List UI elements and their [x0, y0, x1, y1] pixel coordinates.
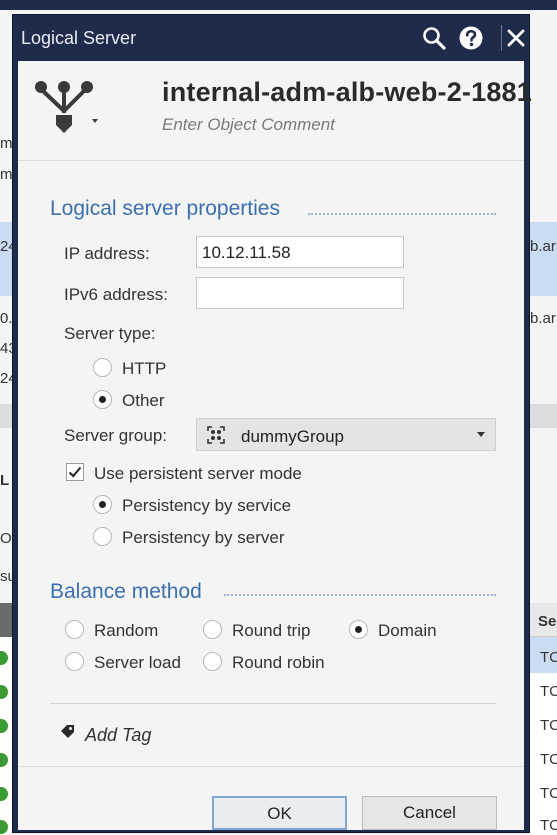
chevron-down-icon: [477, 432, 485, 437]
object-name[interactable]: internal-adm-alb-web-2-1881: [162, 77, 532, 108]
balance-server-load-label[interactable]: Server load: [94, 653, 181, 673]
add-tag-link[interactable]: Add Tag: [85, 725, 151, 746]
section-title-balance-method: Balance method: [50, 580, 202, 603]
balance-random-label[interactable]: Random: [94, 621, 158, 641]
dialog-title-bar[interactable]: Logical Server: [13, 15, 529, 61]
background-text: b.ar: [530, 310, 556, 327]
tags-divider: [50, 703, 496, 704]
background-text: b.ar: [530, 238, 556, 255]
background-text: TC: [540, 785, 557, 802]
background-text: TC: [540, 683, 557, 700]
balance-round-robin-label[interactable]: Round robin: [232, 653, 325, 673]
server-type-label: Server type:: [64, 324, 156, 343]
group-icon: [207, 426, 225, 444]
dialog-footer: OK Cancel: [18, 766, 524, 830]
persistency-by-server-radio[interactable]: [93, 527, 112, 546]
background-selected-row-left: [0, 222, 12, 296]
balance-random-radio[interactable]: [65, 620, 84, 639]
persistency-by-server-label[interactable]: Persistency by server: [122, 528, 285, 548]
background-column-header-left: [0, 603, 12, 637]
background-selected-row-right: [528, 222, 557, 296]
background-top-bar: [0, 0, 557, 10]
section-divider: [308, 213, 496, 215]
cancel-button[interactable]: Cancel: [362, 796, 497, 830]
dialog-content: internal-adm-alb-web-2-1881 Enter Object…: [18, 61, 532, 830]
title-bar-separator: [501, 25, 502, 51]
background-text: TC: [540, 817, 557, 834]
background-header-right: [528, 404, 557, 428]
tag-icon[interactable]: [60, 724, 76, 740]
persistency-by-service-label[interactable]: Persistency by service: [122, 496, 291, 516]
ipv6-address-field[interactable]: [196, 277, 404, 309]
background-text: L: [0, 472, 10, 489]
checkmark-icon: [68, 466, 82, 478]
properties-panel: Logical server properties IP address: 10…: [18, 161, 524, 766]
object-header: internal-adm-alb-web-2-1881 Enter Object…: [18, 61, 532, 161]
persistent-mode-checkbox[interactable]: [66, 463, 84, 481]
section-divider: [224, 594, 496, 596]
dialog-title: Logical Server: [21, 28, 137, 48]
persistency-by-service-radio[interactable]: [93, 495, 112, 514]
balance-domain-radio[interactable]: [349, 620, 368, 639]
background-rows-left: [0, 637, 12, 835]
server-type-http-label[interactable]: HTTP: [122, 359, 166, 379]
ip-address-field[interactable]: 10.12.11.58: [196, 236, 404, 268]
ok-button[interactable]: OK: [212, 796, 347, 830]
logical-server-icon[interactable]: [30, 75, 98, 137]
persistent-mode-label[interactable]: Use persistent server mode: [94, 464, 302, 484]
close-icon[interactable]: [503, 25, 529, 51]
logical-server-dialog: Logical Server internal-adm-alb-web-2-18…: [12, 14, 532, 833]
background-text: m: [0, 166, 13, 183]
background-text: TC: [540, 751, 557, 768]
background-text: TC: [540, 717, 557, 734]
balance-round-trip-label[interactable]: Round trip: [232, 621, 310, 641]
background-text: O: [0, 530, 12, 547]
help-icon[interactable]: [458, 25, 484, 51]
search-icon[interactable]: [421, 25, 447, 51]
server-type-http-radio[interactable]: [93, 358, 112, 377]
balance-round-robin-radio[interactable]: [203, 652, 222, 671]
balance-domain-label[interactable]: Domain: [378, 621, 437, 641]
server-group-label: Server group:: [64, 426, 167, 445]
object-comment-field[interactable]: Enter Object Comment: [162, 115, 335, 135]
section-title-logical-server-properties: Logical server properties: [50, 197, 280, 220]
balance-round-trip-radio[interactable]: [203, 620, 222, 639]
background-header-left: [0, 404, 12, 428]
server-group-dropdown[interactable]: dummyGroup: [196, 418, 496, 451]
ip-address-label: IP address:: [64, 244, 150, 263]
background-text: m: [0, 135, 13, 152]
background-text: Se: [538, 613, 557, 630]
ipv6-address-label: IPv6 address:: [64, 285, 168, 304]
server-type-other-radio[interactable]: [93, 390, 112, 409]
background-text: TC: [540, 649, 557, 666]
server-group-value: dummyGroup: [241, 427, 344, 446]
balance-server-load-radio[interactable]: [65, 652, 84, 671]
server-type-other-label[interactable]: Other: [122, 391, 165, 411]
